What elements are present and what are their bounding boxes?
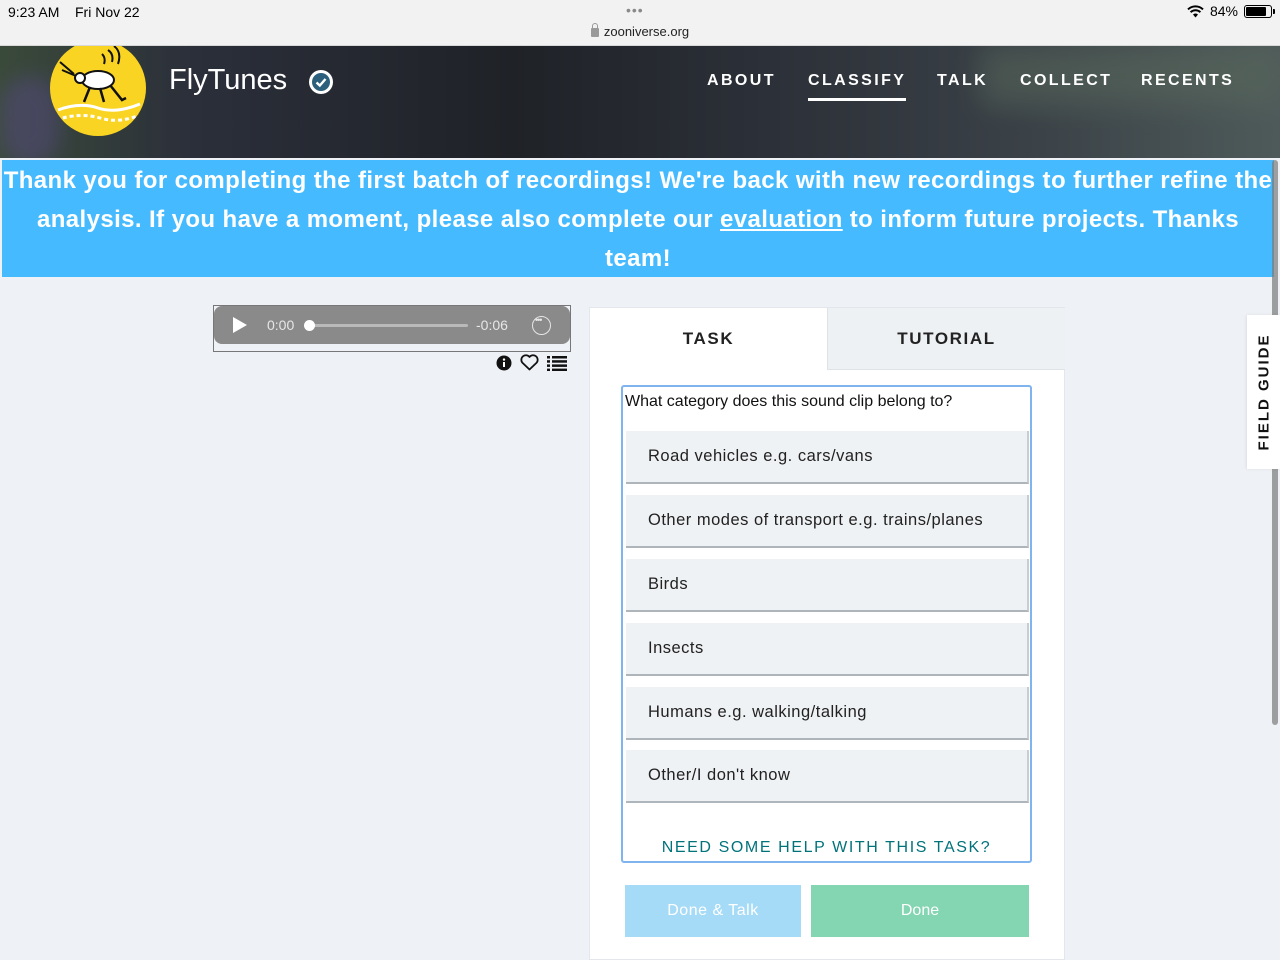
nav-collect[interactable]: COLLECT — [1020, 72, 1112, 90]
status-date: Fri Nov 22 — [75, 4, 140, 20]
tab-tutorial[interactable]: TUTORIAL — [827, 308, 1065, 370]
audio-subject: 0:00 -0:06 — [213, 305, 571, 352]
heart-icon[interactable] — [520, 354, 539, 371]
task-help-link[interactable]: NEED SOME HELP WITH THIS TASK? — [623, 839, 1030, 857]
collections-list-icon[interactable] — [547, 355, 567, 371]
audio-scrubber-track[interactable] — [308, 324, 468, 327]
answer-insects[interactable]: Insects — [626, 623, 1029, 676]
nav-recents[interactable]: RECENTS — [1141, 72, 1234, 90]
announcement-banner: Thank you for completing the first batch… — [2, 160, 1274, 277]
field-guide-label: FIELD GUIDE — [1255, 333, 1272, 451]
answer-humans[interactable]: Humans e.g. walking/talking — [626, 687, 1029, 740]
project-logo[interactable] — [50, 46, 146, 136]
answer-other-unknown[interactable]: Other/I don't know — [626, 750, 1029, 803]
more-options-icon[interactable] — [532, 315, 551, 335]
subject-actions — [496, 354, 567, 371]
audio-scrubber-handle[interactable] — [304, 320, 315, 331]
battery-icon — [1244, 4, 1275, 18]
answer-road-vehicles[interactable]: Road vehicles e.g. cars/vans — [626, 431, 1029, 484]
status-time: 9:23 AM — [8, 4, 60, 20]
task-question: What category does this sound clip belon… — [625, 393, 953, 410]
nav-about[interactable]: ABOUT — [707, 72, 776, 90]
verified-badge-icon — [309, 70, 333, 94]
tab-task[interactable]: TASK — [590, 308, 827, 370]
project-header: FlyTunes ABOUT CLASSIFY TALK COLLECT REC… — [0, 46, 1280, 158]
answer-other-transport[interactable]: Other modes of transport e.g. trains/pla… — [626, 495, 1029, 548]
battery-percent: 84% — [1209, 3, 1238, 19]
task-question-box: What category does this sound clip belon… — [621, 385, 1032, 863]
audio-current-time: 0:00 — [267, 317, 295, 333]
battery-fill — [1246, 6, 1267, 16]
evaluation-link[interactable]: evaluation — [720, 206, 843, 233]
nav-classify[interactable]: CLASSIFY — [808, 72, 907, 101]
status-indicators: 84% — [1187, 3, 1275, 19]
play-icon[interactable] — [233, 317, 247, 333]
answer-birds[interactable]: Birds — [626, 559, 1029, 612]
status-bar: 9:23 AM Fri Nov 22 ••• zooniverse.org 84… — [0, 0, 1280, 46]
multitasking-dots-icon[interactable]: ••• — [626, 2, 644, 18]
done-button[interactable]: Done — [811, 885, 1029, 937]
url-text: zooniverse.org — [603, 24, 690, 39]
info-icon[interactable] — [496, 355, 512, 371]
field-guide-tab[interactable]: FIELD GUIDE — [1247, 315, 1280, 469]
nav-talk[interactable]: TALK — [937, 72, 988, 90]
lock-icon — [590, 23, 599, 37]
audio-remaining-time: -0:06 — [476, 317, 508, 333]
audio-player: 0:00 -0:06 — [214, 306, 570, 344]
cricket-logo-icon — [55, 46, 143, 122]
wifi-icon — [1187, 4, 1204, 17]
project-title[interactable]: FlyTunes — [169, 64, 287, 97]
done-and-talk-button[interactable]: Done & Talk — [625, 885, 801, 937]
address-bar[interactable]: zooniverse.org — [0, 23, 1280, 39]
